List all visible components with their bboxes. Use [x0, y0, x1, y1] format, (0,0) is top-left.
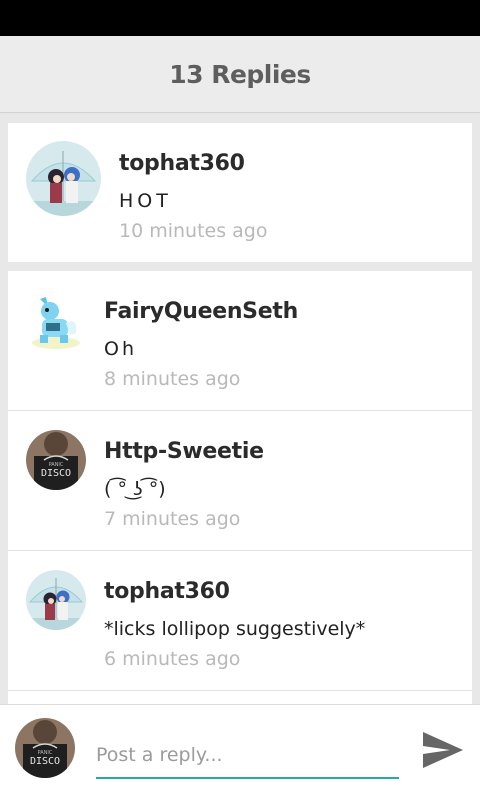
replies-feed[interactable]: tophat360 HOT 10 minutes ago FairyQueenS…: [0, 114, 480, 704]
reply-message: ( ͡° ͜ʖ ͡°): [104, 478, 166, 500]
username[interactable]: tophat360: [119, 151, 245, 176]
avatar-image: DISCO PANIC: [26, 430, 86, 490]
post-message: HOT: [119, 190, 172, 212]
header: 13 Replies: [0, 36, 480, 113]
username[interactable]: tophat360: [104, 579, 230, 604]
reply-timestamp: 6 minutes ago: [104, 648, 241, 670]
svg-text:PANIC: PANIC: [49, 462, 64, 468]
status-bar: [0, 0, 480, 36]
svg-text:DISCO: DISCO: [41, 468, 71, 479]
avatar-image: [26, 141, 101, 216]
reply-item: FairyQueenSeth Oh 8 minutes ago: [8, 271, 472, 411]
svg-text:PANIC: PANIC: [38, 750, 53, 756]
avatar[interactable]: [26, 141, 101, 216]
reply-item: tophat360 *licks lollipop suggestively* …: [8, 551, 472, 691]
avatar[interactable]: DISCO PANIC: [26, 430, 86, 490]
avatar-image: [26, 570, 86, 630]
reply-message: *licks lollipop suggestively*: [104, 618, 366, 640]
reply-timestamp: 7 minutes ago: [104, 508, 241, 530]
avatar-image: [26, 293, 86, 353]
username[interactable]: Http-Sweetie: [104, 439, 264, 464]
reply-item: DISCO PANIC Http-Sweetie ( ͡° ͜ʖ ͡°) 7 m…: [8, 411, 472, 551]
page-title: 13 Replies: [169, 59, 311, 89]
send-button[interactable]: [420, 727, 466, 773]
reply-input[interactable]: [96, 733, 399, 779]
reply-timestamp: 8 minutes ago: [104, 368, 241, 390]
replies-card: FairyQueenSeth Oh 8 minutes ago DISCO PA…: [8, 271, 472, 704]
post-timestamp: 10 minutes ago: [119, 220, 268, 242]
send-icon: [423, 732, 463, 768]
avatar[interactable]: [26, 293, 86, 353]
avatar[interactable]: [26, 570, 86, 630]
original-post-card: tophat360 HOT 10 minutes ago: [8, 123, 472, 262]
svg-text:DISCO: DISCO: [30, 756, 60, 767]
avatar-image: DISCO PANIC: [15, 718, 75, 778]
username[interactable]: FairyQueenSeth: [104, 299, 298, 324]
reply-bar: DISCO PANIC: [0, 704, 480, 792]
reply-message: Oh: [104, 338, 137, 360]
current-user-avatar[interactable]: DISCO PANIC: [15, 718, 75, 778]
